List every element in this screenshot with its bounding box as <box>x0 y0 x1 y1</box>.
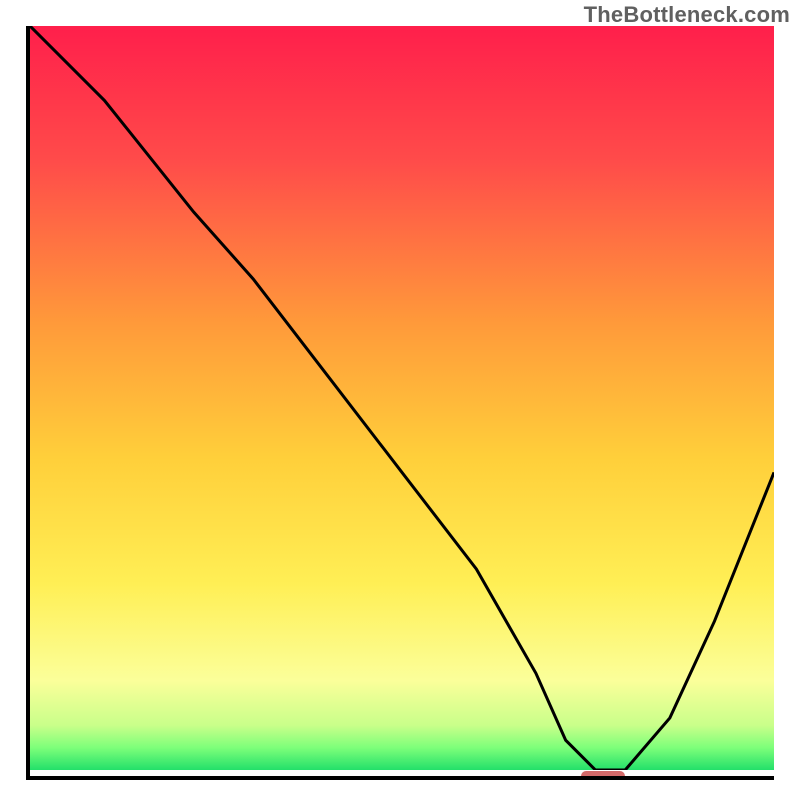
bottleneck-curve <box>30 26 774 770</box>
plot-area <box>26 26 774 780</box>
chart-stage: TheBottleneck.com <box>0 0 800 800</box>
optimal-marker <box>581 771 626 780</box>
watermark-text: TheBottleneck.com <box>584 2 790 28</box>
